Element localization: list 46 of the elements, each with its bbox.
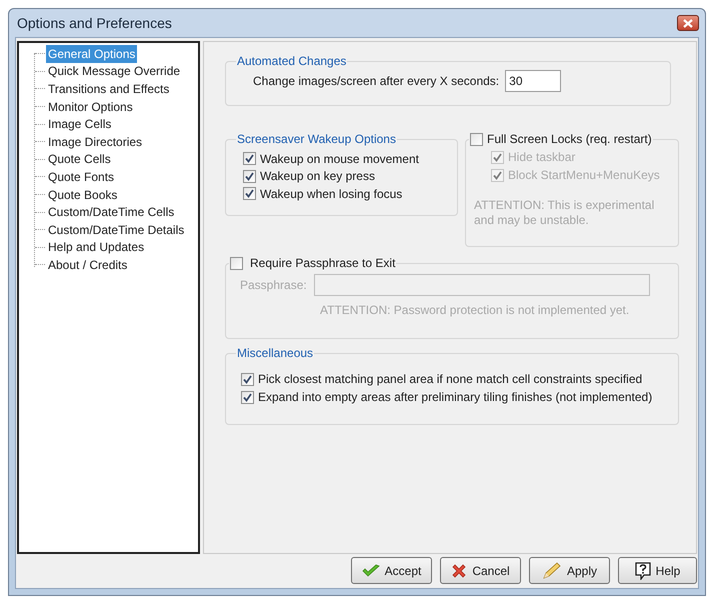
close-icon: [683, 18, 693, 28]
tree-item[interactable]: Quick Message Override: [46, 62, 182, 80]
group-title: Screensaver Wakeup Options: [236, 131, 397, 148]
close-button[interactable]: [677, 15, 699, 31]
apply-button[interactable]: Apply: [529, 557, 610, 584]
group-title: Miscellaneous: [236, 345, 314, 362]
tree-item[interactable]: Custom/DateTime Cells: [46, 203, 176, 222]
tree-item[interactable]: Quote Cells: [46, 150, 113, 168]
check-icon: [362, 564, 380, 578]
tree-item[interactable]: Image Directories: [46, 132, 144, 151]
pencil-icon: [542, 562, 562, 580]
checkbox-label: Wakeup on key press: [260, 168, 375, 186]
window-title: Options and Preferences: [17, 14, 172, 33]
tree-item[interactable]: Monitor Options: [46, 98, 135, 116]
tree-item[interactable]: Help and Updates: [46, 238, 146, 256]
tree-item[interactable]: Quote Books: [46, 186, 120, 204]
accept-button[interactable]: Accept: [351, 557, 432, 584]
field-label: Change images/screen after every X seconds:: [253, 73, 500, 90]
cross-icon: [451, 562, 468, 578]
warning-note: ATTENTION: Password protection is not implemented yet.: [320, 302, 630, 319]
checkbox-label: Wakeup on mouse movement: [260, 150, 419, 168]
checkbox-label: Block StartMenu+MenuKeys: [508, 167, 660, 184]
help-icon: [634, 562, 651, 580]
warning-note: ATTENTION: This is experimental and may be unstable.: [474, 198, 656, 228]
checkbox-label: Full Screen Locks (req. restart): [487, 131, 652, 148]
cancel-button[interactable]: Cancel: [440, 557, 521, 584]
checkbox-label: Wakeup when losing focus: [260, 186, 402, 203]
tree-item[interactable]: About / Credits: [46, 256, 130, 274]
tree-item[interactable]: Transitions and Effects: [46, 80, 172, 98]
checkbox[interactable]: [243, 187, 256, 200]
help-button[interactable]: Help: [618, 557, 697, 584]
checkbox[interactable]: [243, 152, 256, 166]
checkbox[interactable]: [241, 390, 254, 404]
checkbox[interactable]: [241, 372, 254, 386]
checkbox-label: Require Passphrase to Exit: [250, 255, 396, 272]
checkbox-label: Pick closest matching panel area if none match cell constraints specified: [258, 371, 642, 388]
checkbox[interactable]: [243, 170, 256, 183]
seconds-field[interactable]: 30: [505, 70, 562, 92]
tree-item[interactable]: Custom/DateTime Details: [46, 220, 186, 239]
checkbox-label: Expand into empty areas after preliminary tiling finishes (not implemented): [258, 389, 652, 406]
field-label: Passphrase:: [240, 277, 307, 294]
group-title: Automated Changes: [236, 53, 348, 70]
tree-item[interactable]: Image Cells: [46, 115, 114, 134]
checkbox-label: Hide taskbar: [508, 149, 576, 166]
tree-item[interactable]: Quote Fonts: [46, 168, 116, 186]
checkbox[interactable]: [470, 132, 483, 146]
